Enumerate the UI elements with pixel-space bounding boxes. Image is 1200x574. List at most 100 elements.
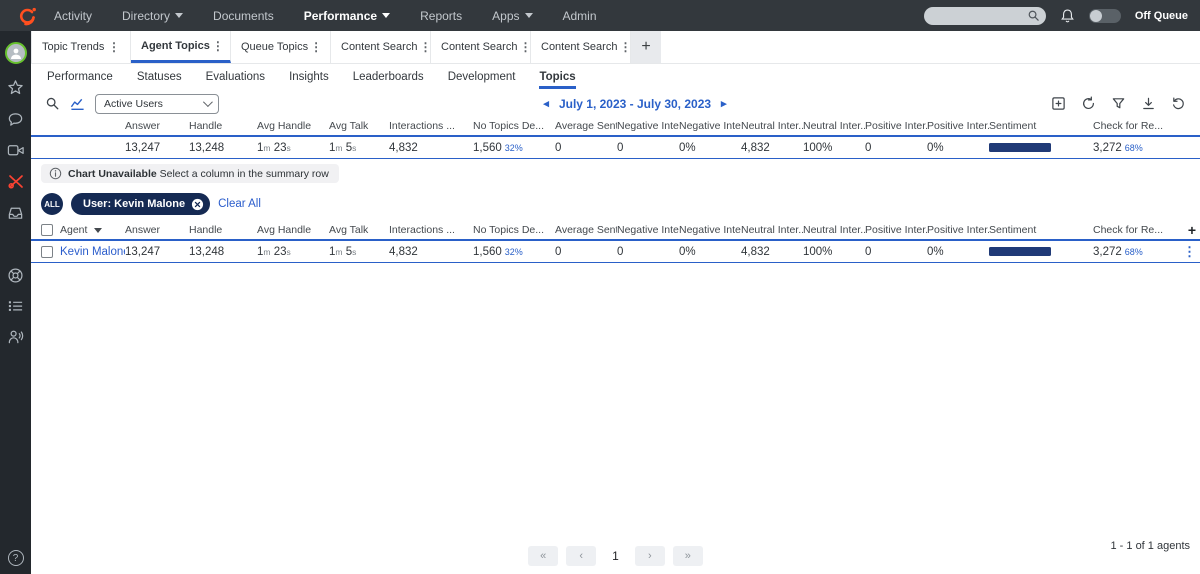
col-header[interactable]: Answer — [125, 224, 189, 236]
col-header[interactable]: No Topics De... — [473, 120, 555, 132]
tab-content-search-2[interactable]: Content Search ⋮ — [431, 31, 531, 63]
nav-item-directory[interactable]: Directory — [122, 9, 184, 23]
prev-page-button[interactable]: ‹ — [566, 546, 597, 566]
col-header[interactable]: Handle — [189, 120, 257, 132]
col-header[interactable]: Positive Inter... — [927, 120, 989, 132]
tab-menu-kebab-icon[interactable]: ⋮ — [210, 39, 226, 53]
tab-queue-topics[interactable]: Queue Topics ⋮ — [231, 31, 331, 63]
prev-date-arrow[interactable]: ◂ — [543, 97, 549, 110]
col-header[interactable]: Negative Inte... — [617, 120, 679, 132]
col-header[interactable]: Interactions ... — [389, 120, 473, 132]
last-page-button[interactable]: » — [672, 546, 703, 566]
nav-item-admin[interactable]: Admin — [563, 9, 597, 23]
col-header[interactable]: Avg Talk — [329, 224, 389, 236]
clear-all-link[interactable]: Clear All — [218, 198, 261, 210]
cell-negative-pct: 0% — [679, 245, 696, 258]
next-page-button[interactable]: › — [634, 546, 665, 566]
favorites-star-icon[interactable] — [7, 79, 24, 96]
reset-undo-icon[interactable] — [1171, 96, 1186, 111]
save-view-icon[interactable] — [1051, 96, 1066, 111]
tab-agent-topics[interactable]: Agent Topics ⋮ — [131, 31, 231, 63]
col-header[interactable]: Avg Handle — [257, 120, 329, 132]
col-header[interactable]: Handle — [189, 224, 257, 236]
row-menu-kebab-icon[interactable]: ⋮ — [1183, 244, 1200, 260]
summary-table-header: Answer Handle Avg Handle Avg Talk Intera… — [31, 117, 1200, 137]
col-header[interactable]: Avg Handle — [257, 224, 329, 236]
queues-list-icon[interactable] — [7, 299, 24, 313]
nav-item-reports[interactable]: Reports — [420, 9, 462, 23]
col-header[interactable]: Sentiment — [989, 224, 1093, 236]
first-page-button[interactable]: « — [528, 546, 559, 566]
row-checkbox[interactable] — [41, 245, 53, 258]
nav-item-apps[interactable]: Apps — [492, 9, 533, 23]
help-icon[interactable]: ? — [7, 550, 24, 566]
genesys-logo-icon[interactable] — [14, 4, 40, 28]
select-all-checkbox[interactable] — [41, 224, 53, 236]
agent-activity-icon[interactable] — [7, 328, 24, 345]
video-camera-icon[interactable] — [7, 143, 25, 158]
refresh-icon[interactable] — [1081, 96, 1096, 111]
users-filter-dropdown[interactable]: Active Users — [95, 93, 219, 114]
tab-content-search-1[interactable]: Content Search ⋮ — [331, 31, 431, 63]
col-header[interactable]: Neutral Inter... — [803, 120, 865, 132]
col-header[interactable]: Neutral Inter... — [741, 120, 803, 132]
inbox-tray-icon[interactable] — [7, 205, 24, 221]
subtab-statuses[interactable]: Statuses — [137, 66, 182, 89]
nav-item-performance[interactable]: Performance — [304, 9, 391, 23]
col-header[interactable]: Average Sent... — [555, 224, 617, 236]
cell-avg-sentiment: 0 — [555, 141, 562, 154]
download-icon[interactable] — [1141, 96, 1156, 111]
tab-topic-trends[interactable]: Topic Trends ⋮ — [31, 31, 131, 63]
subtab-topics[interactable]: Topics — [539, 66, 576, 89]
col-header[interactable]: Check for Re... — [1093, 120, 1183, 132]
tab-menu-kebab-icon[interactable]: ⋮ — [308, 40, 324, 54]
filter-all-chip[interactable]: ALL — [41, 193, 63, 215]
col-header[interactable]: Positive Inter... — [865, 224, 927, 236]
col-header[interactable]: Negative Inte... — [679, 120, 741, 132]
tab-content-search-3[interactable]: Content Search ⋮ — [531, 31, 631, 63]
tab-menu-kebab-icon[interactable]: ⋮ — [106, 40, 122, 54]
next-date-arrow[interactable]: ▸ — [721, 97, 727, 110]
col-header[interactable]: No Topics De... — [473, 224, 555, 236]
col-header[interactable]: Answer — [125, 120, 189, 132]
subtab-leaderboards[interactable]: Leaderboards — [353, 66, 424, 89]
col-header[interactable]: Neutral Inter... — [803, 224, 865, 236]
chip-close-icon[interactable] — [191, 198, 204, 211]
col-header[interactable]: Average Sent... — [555, 120, 617, 132]
nav-item-activity[interactable]: Activity — [54, 9, 92, 23]
tab-menu-kebab-icon[interactable]: ⋮ — [617, 40, 633, 54]
date-range-label[interactable]: July 1, 2023 - July 30, 2023 — [559, 97, 711, 111]
user-avatar[interactable] — [4, 42, 27, 64]
nav-item-documents[interactable]: Documents — [213, 9, 274, 23]
chart-view-icon[interactable] — [70, 96, 85, 111]
subtab-evaluations[interactable]: Evaluations — [206, 66, 265, 89]
agent-name-link[interactable]: Kevin Malone — [60, 246, 125, 258]
add-tab-button[interactable]: + — [631, 31, 661, 63]
col-header[interactable]: Positive Inter... — [927, 224, 989, 236]
interactions-icon[interactable] — [7, 173, 25, 190]
support-buoy-icon[interactable] — [7, 267, 24, 284]
filter-funnel-icon[interactable] — [1111, 96, 1126, 111]
cell-negative-count: 0 — [617, 245, 624, 258]
table-row[interactable]: Kevin Malone 13,247 13,248 1m 23s 1m 5s … — [31, 241, 1200, 263]
col-header[interactable]: Negative Inte... — [679, 224, 741, 236]
col-header[interactable]: Agent — [60, 224, 87, 236]
col-header[interactable]: Positive Inter... — [865, 120, 927, 132]
col-header[interactable]: Sentiment — [989, 120, 1093, 132]
search-icon[interactable] — [45, 96, 60, 111]
col-header[interactable]: Check for Re... — [1093, 224, 1183, 236]
notifications-bell-icon[interactable] — [1060, 8, 1075, 24]
summary-row[interactable]: 13,247 13,248 1m 23s 1m 5s 4,832 1,560 32… — [31, 137, 1200, 159]
add-column-button[interactable]: + — [1183, 222, 1200, 238]
subtab-performance[interactable]: Performance — [47, 66, 113, 89]
subtab-insights[interactable]: Insights — [289, 66, 329, 89]
chat-icon[interactable] — [7, 111, 24, 128]
col-header[interactable]: Interactions ... — [389, 224, 473, 236]
col-header[interactable]: Neutral Inter... — [741, 224, 803, 236]
subtab-development[interactable]: Development — [448, 66, 516, 89]
col-header[interactable]: Avg Talk — [329, 120, 389, 132]
col-header[interactable]: Negative Inte... — [617, 224, 679, 236]
table-toolbar: Active Users ◂ July 1, 2023 - July 30, 2… — [31, 90, 1200, 117]
queue-toggle[interactable] — [1088, 8, 1121, 23]
filter-user-chip[interactable]: User: Kevin Malone — [71, 193, 211, 215]
